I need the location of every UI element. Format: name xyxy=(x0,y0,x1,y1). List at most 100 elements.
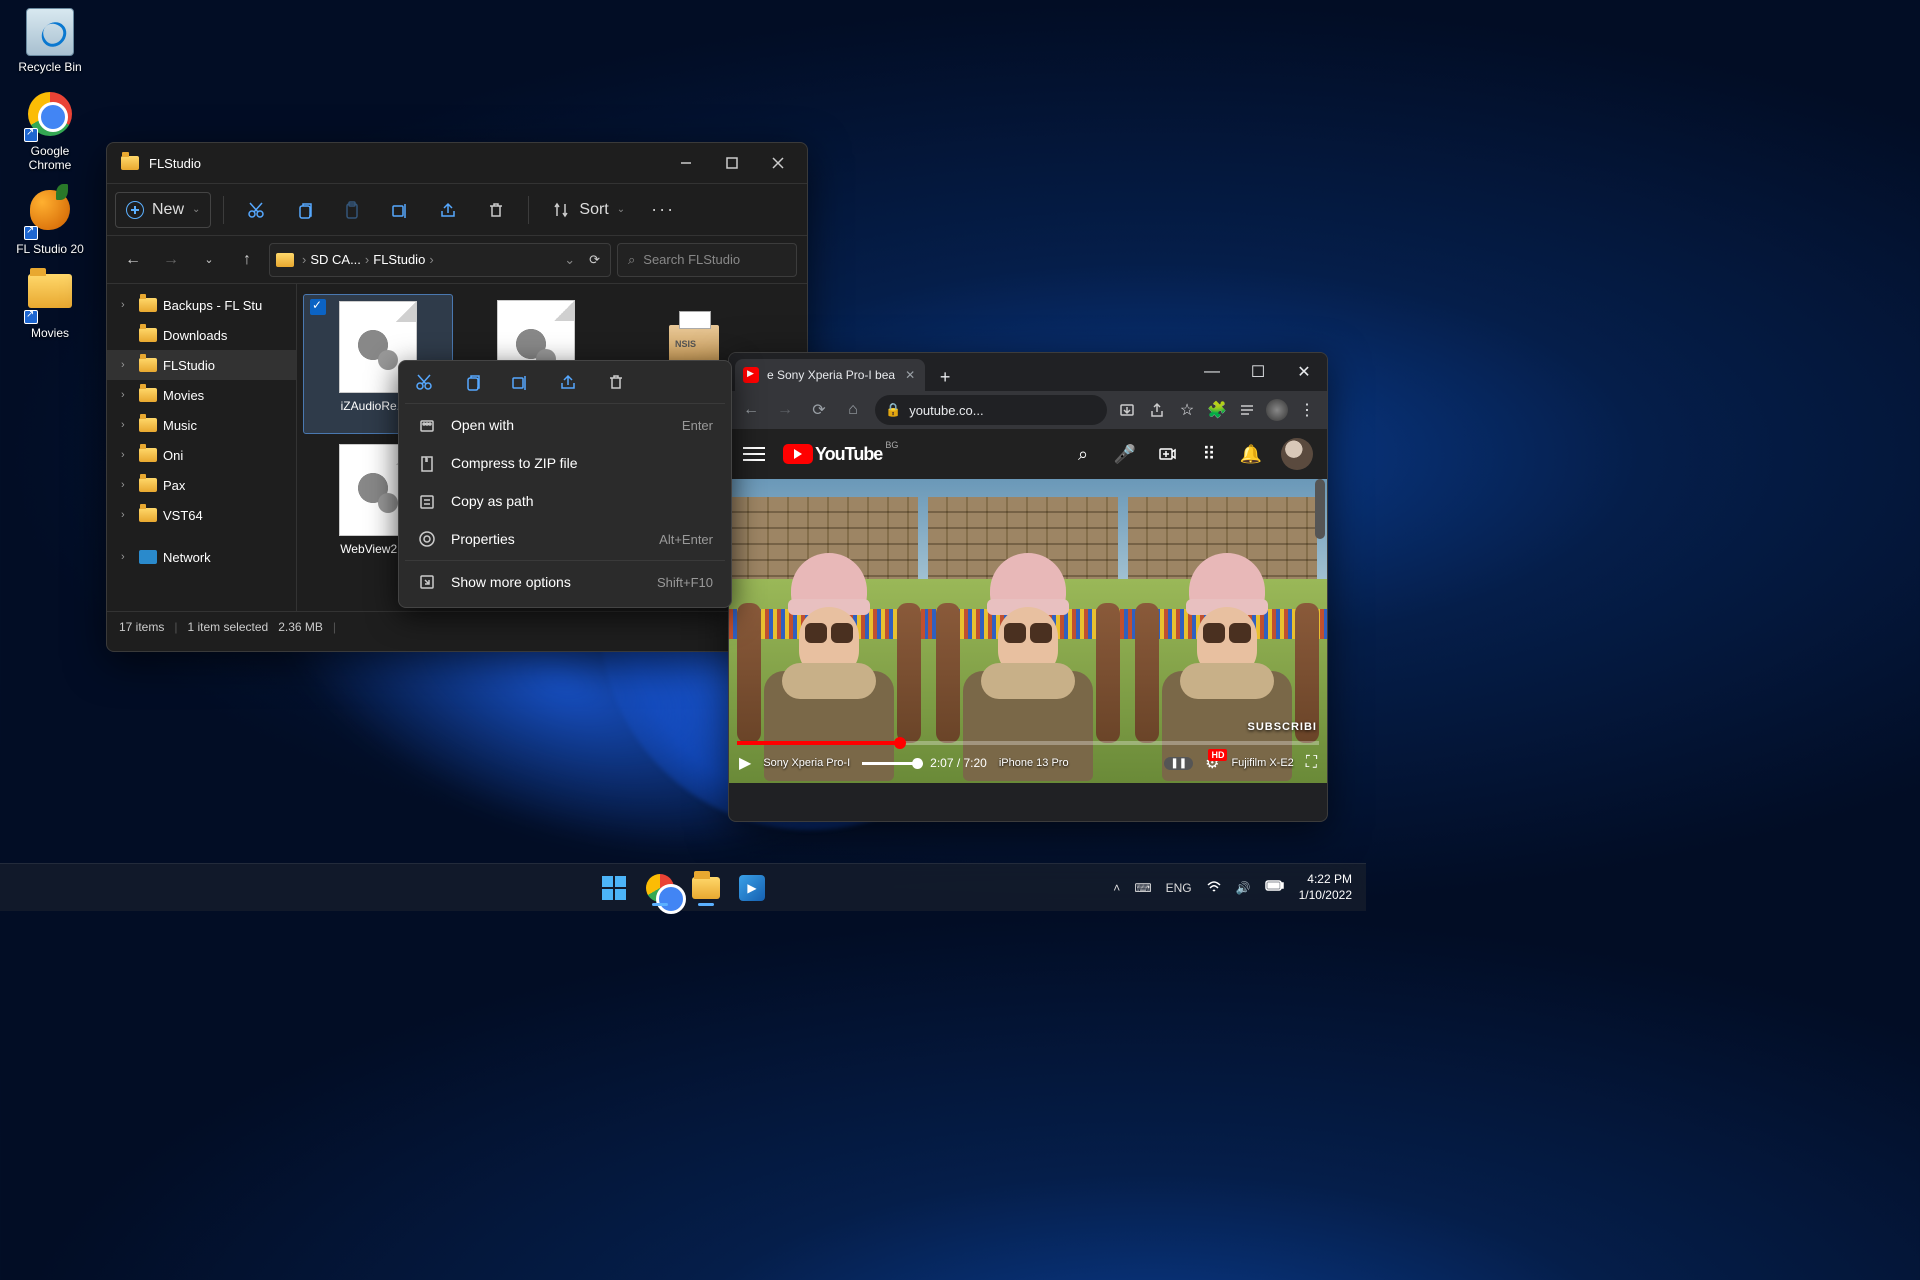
sort-button[interactable]: Sort ⌄ xyxy=(541,192,635,228)
up-button[interactable]: ↑ xyxy=(231,244,263,276)
search-icon[interactable]: ⌕ xyxy=(1071,442,1095,466)
avatar[interactable] xyxy=(1281,438,1313,470)
tree-item[interactable]: ›FLStudio xyxy=(107,350,296,380)
taskbar-media[interactable]: ▶ xyxy=(732,868,772,908)
apps-icon[interactable]: ⠿ xyxy=(1197,442,1221,466)
forward-button[interactable]: → xyxy=(769,394,801,426)
chevron-down-icon[interactable]: ⌄ xyxy=(558,252,581,268)
reload-button[interactable]: ⟳ xyxy=(803,394,835,426)
volume-icon[interactable]: 🔊 xyxy=(1236,881,1251,895)
share-button[interactable] xyxy=(557,371,579,393)
scrollbar[interactable] xyxy=(1315,479,1325,539)
minimize-button[interactable]: — xyxy=(1189,353,1235,391)
minimize-button[interactable] xyxy=(663,143,709,183)
more-button[interactable]: ··· xyxy=(643,192,683,228)
address-bar[interactable]: › SD CA... › FLStudio › ⌄ ⟳ xyxy=(269,243,611,277)
profile-button[interactable] xyxy=(1263,396,1291,424)
menu-item-show-more[interactable]: Show more options Shift+F10 xyxy=(405,563,725,601)
share-button[interactable] xyxy=(1143,396,1171,424)
breadcrumb[interactable]: FLStudio xyxy=(373,252,425,267)
breadcrumb-separator: › xyxy=(302,252,306,267)
omnibox[interactable]: 🔒 youtube.co... xyxy=(875,395,1107,425)
keyboard-icon[interactable]: ⌨ xyxy=(1134,881,1151,895)
desktop-icon-chrome[interactable]: Google Chrome xyxy=(10,92,90,172)
new-button[interactable]: New ⌄ xyxy=(115,192,211,228)
menu-item-open-with[interactable]: Open with Enter xyxy=(405,406,725,444)
autoplay-toggle[interactable]: ❚❚ xyxy=(1164,757,1193,770)
play-button[interactable]: ▶ xyxy=(739,753,751,773)
desktop-icon-flstudio[interactable]: FL Studio 20 xyxy=(10,190,90,256)
search-box[interactable]: ⌕ Search FLStudio xyxy=(617,243,797,277)
fullscreen-button[interactable]: ⛶ xyxy=(1306,754,1317,772)
cut-button[interactable] xyxy=(413,371,435,393)
menu-item-properties[interactable]: Properties Alt+Enter xyxy=(405,520,725,558)
browser-tab[interactable]: e Sony Xperia Pro-I bea ✕ xyxy=(735,359,925,391)
create-icon[interactable] xyxy=(1155,442,1179,466)
extensions-button[interactable]: 🧩 xyxy=(1203,396,1231,424)
menu-item-compress[interactable]: Compress to ZIP file xyxy=(405,444,725,482)
forward-button[interactable]: → xyxy=(155,244,187,276)
tree-item-network[interactable]: ›Network xyxy=(107,542,296,572)
copy-button[interactable] xyxy=(461,371,483,393)
notifications-icon[interactable]: 🔔 xyxy=(1239,442,1263,466)
back-button[interactable]: ← xyxy=(117,244,149,276)
paste-button[interactable] xyxy=(332,192,372,228)
recent-button[interactable]: ⌄ xyxy=(193,244,225,276)
tray-overflow-button[interactable]: ˄ xyxy=(1113,881,1120,895)
home-button[interactable]: ⌂ xyxy=(837,394,869,426)
maximize-button[interactable] xyxy=(709,143,755,183)
tree-item[interactable]: ›Movies xyxy=(107,380,296,410)
close-button[interactable] xyxy=(755,143,801,183)
youtube-menu-button[interactable] xyxy=(743,447,765,461)
menu-button[interactable]: ⋮ xyxy=(1293,396,1321,424)
battery-icon[interactable] xyxy=(1265,880,1285,895)
breadcrumb[interactable]: SD CA... xyxy=(310,252,361,267)
voice-search-icon[interactable]: 🎤 xyxy=(1113,442,1137,466)
network-icon xyxy=(139,550,157,564)
lock-icon: 🔒 xyxy=(885,402,901,418)
language-indicator[interactable]: ENG xyxy=(1166,881,1192,895)
new-tab-button[interactable]: + xyxy=(931,363,959,391)
taskbar-chrome[interactable] xyxy=(640,868,680,908)
desktop-icon-recycle-bin[interactable]: Recycle Bin xyxy=(10,8,90,74)
volume-slider[interactable] xyxy=(862,762,918,765)
close-button[interactable]: ✕ xyxy=(1281,353,1327,391)
share-button[interactable] xyxy=(428,192,468,228)
clock[interactable]: 4:22 PM 1/10/2022 xyxy=(1299,872,1352,903)
tree-item[interactable]: ›VST64 xyxy=(107,500,296,530)
menu-item-copy-path[interactable]: Copy as path xyxy=(405,482,725,520)
reading-list-button[interactable] xyxy=(1233,396,1261,424)
date: 1/10/2022 xyxy=(1299,888,1352,904)
youtube-region: BG xyxy=(885,440,898,450)
tab-close-button[interactable]: ✕ xyxy=(903,368,917,382)
rename-button[interactable] xyxy=(380,192,420,228)
settings-button[interactable]: ⚙HD xyxy=(1205,753,1219,773)
cut-button[interactable] xyxy=(236,192,276,228)
tree-item[interactable]: ›Music xyxy=(107,410,296,440)
copy-button[interactable] xyxy=(284,192,324,228)
titlebar[interactable]: FLStudio xyxy=(107,143,807,183)
tree-item[interactable]: ›Pax xyxy=(107,470,296,500)
bookmark-button[interactable]: ☆ xyxy=(1173,396,1201,424)
youtube-logo[interactable]: YouTube BG xyxy=(783,444,882,465)
tree-item[interactable]: ›Backups - FL Stu xyxy=(107,290,296,320)
refresh-button[interactable]: ⟳ xyxy=(585,252,604,268)
windows-logo-icon xyxy=(602,876,626,900)
taskbar-explorer[interactable] xyxy=(686,868,726,908)
maximize-button[interactable]: ☐ xyxy=(1235,353,1281,391)
navigation-tree[interactable]: ›Backups - FL Stu Downloads ›FLStudio ›M… xyxy=(107,284,297,611)
start-button[interactable] xyxy=(594,868,634,908)
copy-icon xyxy=(294,200,314,220)
tree-item[interactable]: Downloads xyxy=(107,320,296,350)
install-app-button[interactable] xyxy=(1113,396,1141,424)
delete-button[interactable] xyxy=(605,371,627,393)
desktop-icon-movies[interactable]: Movies xyxy=(10,274,90,340)
rename-button[interactable] xyxy=(509,371,531,393)
video-player[interactable]: SUBSCRIBI ▶ Sony Xperia Pro-I 2:07 / 7:2… xyxy=(729,479,1327,783)
wifi-icon[interactable] xyxy=(1206,878,1222,897)
tab-bar[interactable]: e Sony Xperia Pro-I bea ✕ + — ☐ ✕ xyxy=(729,353,1327,391)
delete-button[interactable] xyxy=(476,192,516,228)
tree-item[interactable]: ›Oni xyxy=(107,440,296,470)
flstudio-icon xyxy=(26,190,74,238)
back-button[interactable]: ← xyxy=(735,394,767,426)
